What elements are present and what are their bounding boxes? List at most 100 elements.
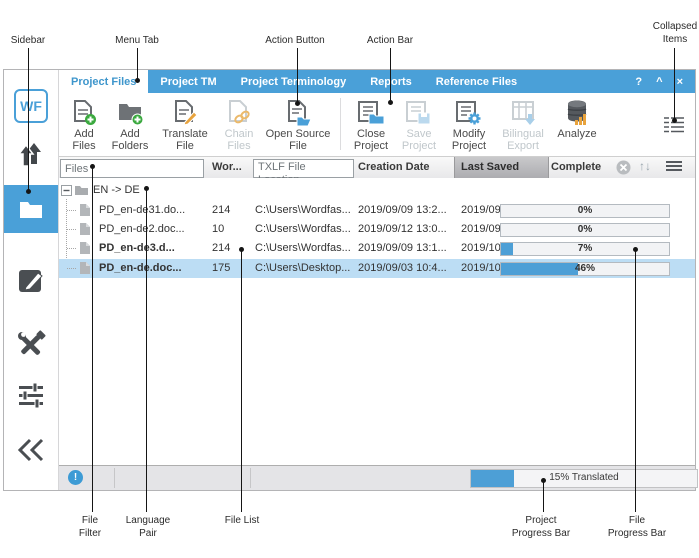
button-label: Project [354,140,388,152]
minimize-icon[interactable]: ^ [656,76,662,88]
status-divider [114,468,115,488]
sidebar: WF [4,70,59,490]
tree-collapse-icon[interactable] [61,185,72,196]
tree-connector [67,210,76,211]
file-icon [79,222,91,236]
clear-filter-icon [616,160,631,175]
tab-reports[interactable]: Reports [358,70,424,93]
modify-project-button[interactable]: Modify Project [443,93,495,152]
info-icon[interactable]: ! [68,470,83,485]
file-name: PD_en-de3.d... [99,242,175,254]
button-label: Add [120,128,140,140]
table-row-selected[interactable]: PD_en-de.doc... 175 C:\Users\Desktop... … [59,259,695,278]
annotation-language-pair: LanguagePair [126,514,171,540]
column-header-creation-date[interactable]: Creation Date [358,161,430,173]
table-row[interactable]: PD_en-de3.d... 214 C:\Users\Wordfas... 2… [59,239,695,258]
table-row[interactable]: PD_en-de31.do... 214 C:\Users\Wordfas...… [59,201,695,220]
button-label: Analyze [557,128,596,140]
sort-button[interactable]: ↑↓ [639,159,651,173]
file-progress-bar: 46% [500,262,670,276]
file-icon [79,203,91,217]
collapsed-items-icon [663,116,685,133]
file-location: C:\Users\Wordfas... [255,223,351,235]
column-header-last-saved[interactable]: Last Saved [454,157,549,179]
file-filter-input[interactable] [60,159,204,178]
button-label: Bilingual [502,128,544,140]
tab-project-tm[interactable]: Project TM [148,70,228,93]
annotation-file-list: File List [225,514,259,527]
sidebar-item-tools[interactable] [4,325,58,365]
annotation-sidebar: Sidebar [11,34,45,47]
button-label: Close [357,128,385,140]
word-count: 214 [212,242,230,254]
close-project-button[interactable]: Close Project [347,93,395,152]
file-progress-bar: 7% [500,242,670,256]
open-source-file-icon [285,97,312,128]
sidebar-item-preferences[interactable] [4,375,58,415]
sidebar-collapse-button[interactable] [4,432,58,468]
folder-icon [18,198,44,220]
wrench-hammer-icon [15,329,47,361]
save-project-icon [405,97,433,128]
annotation-file-progress-bar: FileProgress Bar [608,514,666,540]
folder-icon [74,184,89,196]
column-header-words[interactable]: Wor... [212,161,242,173]
column-header-label: Last Saved [461,161,519,173]
wordfast-logo-icon: WF [14,89,48,123]
tab-project-terminology[interactable]: Project Terminology [229,70,359,93]
clear-filter-button[interactable] [616,160,631,175]
modify-project-icon [455,97,483,128]
close-icon[interactable]: × [677,76,683,88]
save-project-button[interactable]: Save Project [395,93,443,152]
chain-files-icon [226,97,252,128]
creation-date: 2019/09/03 10:4... [358,262,447,274]
tree-connector [67,268,76,269]
file-progress-label: 7% [501,243,669,255]
file-progress-bar: 0% [500,204,670,218]
word-count: 175 [212,262,230,274]
file-progress-bar: 0% [500,223,670,237]
button-label: File [289,140,307,152]
bilingual-export-button[interactable]: Bilingual Export [495,93,551,152]
button-label: Translate [162,128,207,140]
file-progress-label: 46% [501,263,669,275]
sidebar-item-project-files[interactable] [4,185,58,233]
translate-file-button[interactable]: Translate File [154,93,216,152]
column-header-complete[interactable]: Complete [551,161,601,173]
table-row[interactable]: PD_en-de2.doc... 10 C:\Users\Wordfas... … [59,220,695,239]
txlf-location-filter-input[interactable]: TXLF File Location [253,159,354,178]
add-folders-button[interactable]: Add Folders [106,93,154,152]
file-location: C:\Users\Wordfas... [255,242,351,254]
tab-project-files[interactable]: Project Files [59,70,148,93]
open-source-file-button[interactable]: Open Source File [262,93,334,152]
chain-files-button[interactable]: Chain Files [216,93,262,152]
button-label: Folders [112,140,149,152]
collapse-chevrons-icon [16,438,46,462]
file-icon [79,261,91,275]
bilingual-export-icon [510,97,537,128]
sidebar-item-upload[interactable] [4,134,58,174]
column-menu-button[interactable] [665,160,683,172]
status-bar: ! 15% Translated [59,465,695,490]
annotation-collapsed-items: CollapsedItems [653,20,697,46]
language-pair-row[interactable]: EN -> DE [59,181,695,199]
help-icon[interactable]: ? [635,76,642,88]
sidebar-item-home[interactable]: WF [4,86,58,126]
double-up-arrow-icon [13,138,49,170]
close-project-icon [357,97,385,128]
collapsed-items-button[interactable] [663,116,685,138]
creation-date: 2019/09/09 13:2... [358,204,447,216]
file-progress-label: 0% [501,224,669,236]
translate-file-icon [172,97,198,128]
tab-reference-files[interactable]: Reference Files [424,70,529,93]
sidebar-item-editor[interactable] [4,260,58,300]
add-files-button[interactable]: Add Files [62,93,106,152]
toolbar-separator [340,98,341,150]
file-name: PD_en-de31.do... [99,204,185,216]
button-label: File [176,140,194,152]
analyze-button[interactable]: Analyze [551,93,603,140]
file-list: EN -> DE PD_en-de31.do... 214 C:\Users\W… [59,178,695,465]
annotation-action-button: Action Button [265,34,324,47]
button-label: Modify [453,128,485,140]
sliders-icon [15,381,47,409]
